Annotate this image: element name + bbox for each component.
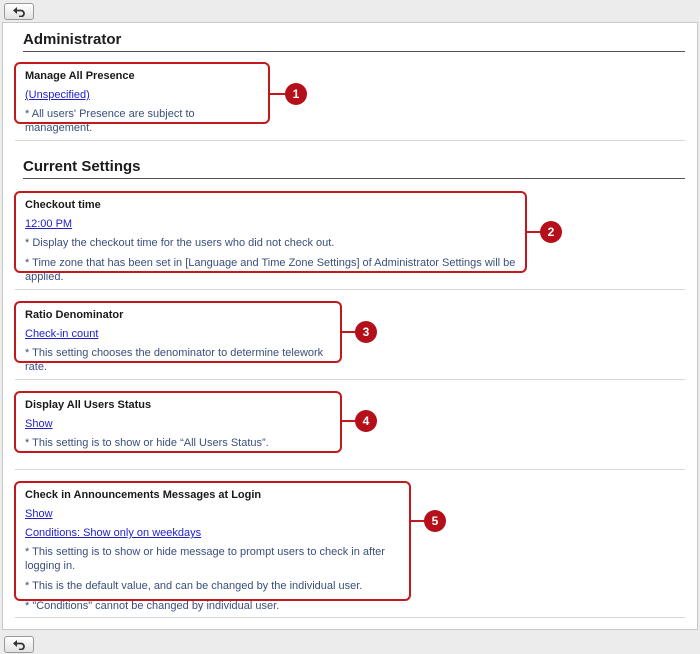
setting-note: * All users' Presence are subject to man… xyxy=(25,108,195,134)
callout-badge-4: 4 xyxy=(355,410,377,432)
callout-connector xyxy=(342,331,356,333)
setting-ratio-denominator: Ratio Denominator Check-in count * This … xyxy=(14,301,342,373)
settings-panel: Administrator Manage All Presence (Unspe… xyxy=(2,22,698,630)
setting-display-all-users-status: Display All Users Status Show * This set… xyxy=(14,391,342,453)
setting-label: Ratio Denominator xyxy=(25,309,124,321)
setting-note: * This setting is to show or hide “All U… xyxy=(25,437,269,449)
setting-checkout-time: Checkout time 12:00 PM * Display the che… xyxy=(14,191,527,283)
setting-note: * This setting chooses the denominator t… xyxy=(25,347,324,373)
back-button-bottom[interactable] xyxy=(4,636,34,653)
divider xyxy=(15,379,685,380)
check-in-count-link[interactable]: Check-in count xyxy=(25,327,331,341)
back-arrow-icon xyxy=(13,640,25,650)
setting-label: Checkout time xyxy=(25,199,101,211)
divider xyxy=(15,469,685,470)
back-button-top[interactable] xyxy=(4,3,34,20)
show-link[interactable]: Show xyxy=(25,507,400,521)
setting-note: * This is the default value, and can be … xyxy=(25,580,363,592)
unspecified-link[interactable]: (Unspecified) xyxy=(25,88,259,102)
callout-connector xyxy=(270,93,286,95)
setting-manage-all-presence: Manage All Presence (Unspecified) * All … xyxy=(14,62,270,134)
callout-connector xyxy=(527,231,541,233)
setting-check-in-announcements: Check in Announcements Messages at Login… xyxy=(14,481,411,612)
show-link[interactable]: Show xyxy=(25,417,331,431)
callout-connector xyxy=(411,520,425,522)
callout-badge-5: 5 xyxy=(424,510,446,532)
setting-note: * This setting is to show or hide messag… xyxy=(25,546,385,572)
setting-note: * "Conditions" cannot be changed by indi… xyxy=(25,600,280,612)
section-title-administrator: Administrator xyxy=(23,31,685,52)
callout-badge-3: 3 xyxy=(355,321,377,343)
setting-note: * Time zone that has been set in [Langua… xyxy=(25,257,516,283)
setting-label: Display All Users Status xyxy=(25,399,152,411)
setting-note: * Display the checkout time for the user… xyxy=(25,237,335,249)
section-title-current-settings: Current Settings xyxy=(23,158,685,179)
callout-badge-2: 2 xyxy=(540,221,562,243)
setting-label: Manage All Presence xyxy=(25,70,135,82)
conditions-link[interactable]: Conditions: Show only on weekdays xyxy=(25,526,400,540)
checkout-time-link[interactable]: 12:00 PM xyxy=(25,217,516,231)
divider xyxy=(15,289,685,290)
back-arrow-icon xyxy=(13,7,25,17)
callout-connector xyxy=(342,420,356,422)
divider xyxy=(15,617,685,618)
callout-badge-1: 1 xyxy=(285,83,307,105)
divider xyxy=(15,140,685,141)
setting-label: Check in Announcements Messages at Login xyxy=(25,489,262,501)
